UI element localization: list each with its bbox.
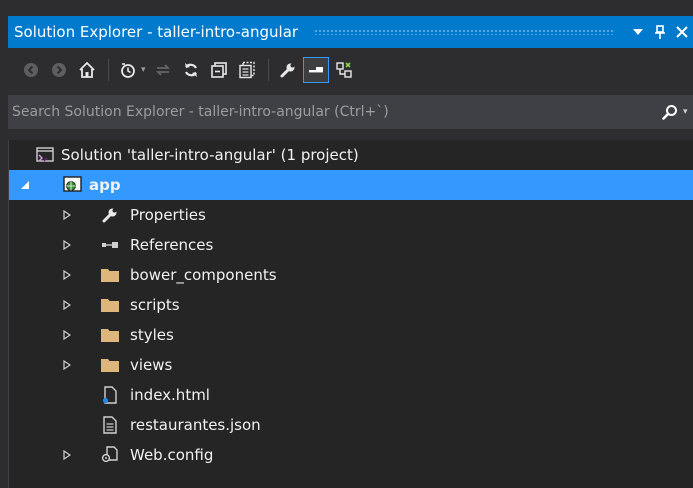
tree-row-references[interactable]: References [9, 230, 693, 260]
refresh-icon [184, 63, 197, 77]
search-options-dropdown[interactable]: ▾ [683, 107, 693, 117]
expanded-arrow-icon[interactable] [19, 179, 31, 191]
tree-item-label: Solution 'taller-intro-angular' (1 proje… [61, 146, 359, 164]
tree-row-properties[interactable]: Properties [9, 200, 693, 230]
tree-row-solution[interactable]: Solution 'taller-intro-angular' (1 proje… [9, 140, 693, 170]
show-all-files-button[interactable] [234, 57, 260, 83]
refresh-button[interactable] [178, 57, 204, 83]
html-file-icon [100, 385, 120, 405]
references-icon [100, 235, 120, 255]
solution-icon [35, 145, 55, 165]
solution-tree: Solution 'taller-intro-angular' (1 proje… [8, 140, 693, 488]
toolbar-separator [267, 59, 269, 81]
tree-row-restaurantes-json[interactable]: restaurantes.json [9, 410, 693, 440]
json-file-icon [100, 415, 120, 435]
tree-item-label: Properties [130, 206, 206, 224]
folder-icon [100, 325, 120, 345]
tree-item-label: app [89, 176, 121, 194]
tree-item-label: index.html [130, 386, 210, 404]
tree-item-label: restaurantes.json [130, 416, 261, 434]
tree-item-label: views [130, 356, 173, 374]
collapsed-arrow-icon[interactable] [61, 269, 73, 281]
search-box: ▾ [8, 94, 693, 130]
close-button[interactable] [671, 18, 693, 46]
folder-icon [100, 265, 120, 285]
tree-row-styles[interactable]: styles [9, 320, 693, 350]
solution-explorer-window: Solution Explorer - taller-intro-angular [0, 0, 693, 488]
collapsed-arrow-icon[interactable] [61, 209, 73, 221]
collapsed-arrow-icon[interactable] [61, 359, 73, 371]
collapsed-arrow-icon[interactable] [61, 239, 73, 251]
forward-button[interactable] [46, 57, 72, 83]
tree-row-project-app[interactable]: app [9, 170, 693, 200]
window-dropdown-button[interactable] [627, 18, 649, 46]
collapsed-arrow-icon[interactable] [61, 449, 73, 461]
preview-icon [308, 67, 323, 73]
back-button[interactable] [18, 57, 44, 83]
search-input[interactable] [8, 94, 657, 130]
web-project-icon [63, 175, 83, 195]
forward-arrow-icon [52, 63, 66, 77]
tree-item-label: scripts [130, 296, 180, 314]
collapse-all-icon [210, 62, 227, 78]
search-icon [662, 105, 677, 120]
chevron-down-icon [633, 29, 643, 35]
clock-icon [121, 63, 135, 78]
back-arrow-icon [24, 63, 38, 77]
config-file-icon [100, 445, 120, 465]
close-icon [676, 26, 688, 38]
home-icon [79, 61, 95, 78]
collapse-all-button[interactable] [206, 57, 232, 83]
sync-active-document-button[interactable] [150, 57, 176, 83]
title-bar[interactable]: Solution Explorer - taller-intro-angular [8, 16, 693, 48]
sync-icon [155, 64, 170, 76]
pin-icon [655, 25, 665, 39]
collapsed-arrow-icon[interactable] [61, 329, 73, 341]
properties-button[interactable] [275, 57, 301, 83]
tree-item-label: Web.config [130, 446, 214, 464]
collapsed-arrow-icon[interactable] [61, 299, 73, 311]
tree-row-web-config[interactable]: Web.config [9, 440, 693, 470]
tree-item-label: styles [130, 326, 174, 344]
tree-row-bower-components[interactable]: bower_components [9, 260, 693, 290]
show-all-files-icon [238, 61, 255, 79]
home-button[interactable] [74, 57, 100, 83]
tree-row-scripts[interactable]: scripts [9, 290, 693, 320]
window-title: Solution Explorer - taller-intro-angular [14, 23, 299, 41]
class-view-button[interactable] [331, 57, 357, 83]
folder-icon [100, 295, 120, 315]
tree-row-index-html[interactable]: index.html [9, 380, 693, 410]
tree-item-label: bower_components [130, 266, 277, 284]
title-grip[interactable] [314, 29, 613, 35]
preview-selected-items-button[interactable] [302, 57, 329, 83]
pending-changes-filter-button[interactable] [115, 57, 141, 83]
class-diagram-icon [335, 62, 352, 78]
search-button[interactable] [657, 97, 683, 127]
toolbar-separator [108, 59, 109, 81]
wrench-icon [100, 205, 120, 225]
folder-icon [100, 355, 120, 375]
toolbar: ▾ [8, 52, 693, 88]
wrench-icon [280, 63, 295, 78]
pin-button[interactable] [649, 18, 671, 46]
tree-row-views[interactable]: views [9, 350, 693, 380]
tree-item-label: References [130, 236, 214, 254]
chevron-down-icon[interactable]: ▾ [141, 65, 146, 75]
